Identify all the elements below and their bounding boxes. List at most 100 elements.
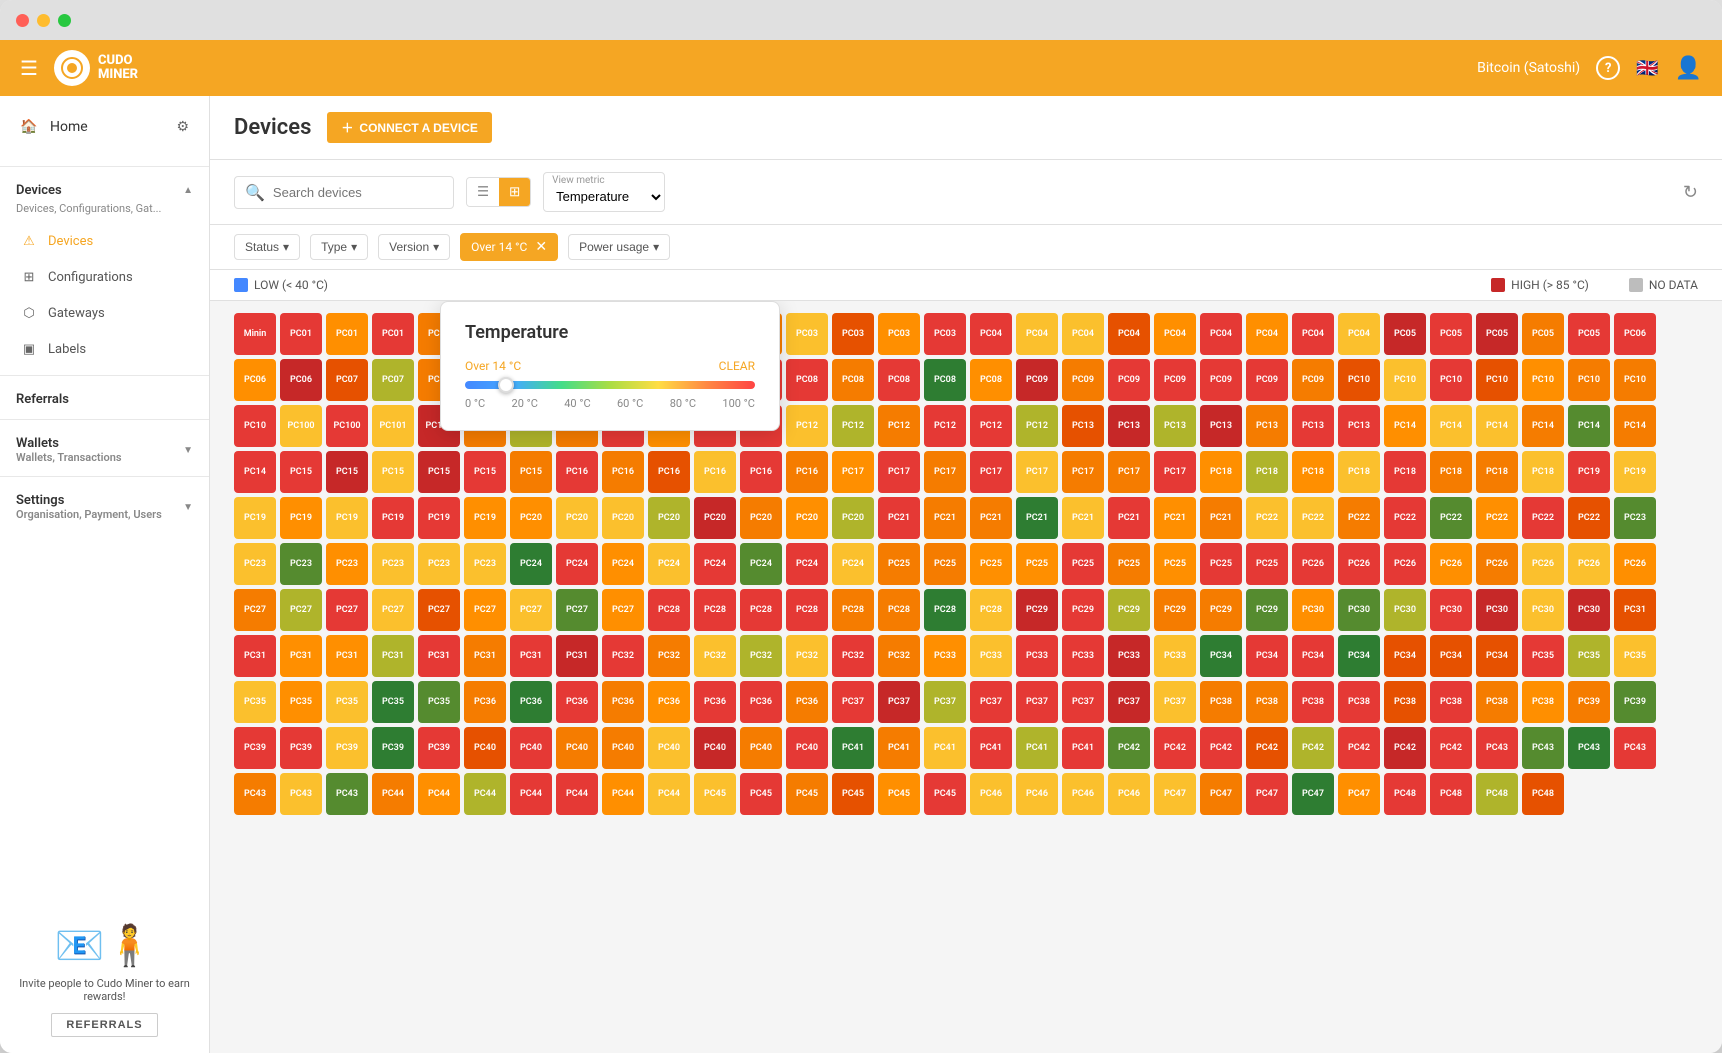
device-tile[interactable]: PC22 bbox=[1292, 497, 1334, 539]
device-tile[interactable]: PC36 bbox=[602, 681, 644, 723]
device-tile[interactable]: PC21 bbox=[878, 497, 920, 539]
device-tile[interactable]: PC04 bbox=[1154, 313, 1196, 355]
device-tile[interactable]: PC43 bbox=[1568, 727, 1610, 769]
device-tile[interactable]: PC04 bbox=[1108, 313, 1150, 355]
sidebar-item-gateways[interactable]: ⬡ Gateways bbox=[0, 295, 209, 331]
device-tile[interactable]: PC23 bbox=[464, 543, 506, 585]
device-tile[interactable]: PC24 bbox=[694, 543, 736, 585]
device-tile[interactable]: PC45 bbox=[740, 773, 782, 815]
device-tile[interactable]: PC10 bbox=[1430, 359, 1472, 401]
device-tile[interactable]: PC08 bbox=[970, 359, 1012, 401]
device-tile[interactable]: PC12 bbox=[970, 405, 1012, 447]
device-tile[interactable]: PC15 bbox=[464, 451, 506, 493]
device-tile[interactable]: PC14 bbox=[234, 451, 276, 493]
device-tile[interactable]: PC33 bbox=[1154, 635, 1196, 677]
device-tile[interactable]: PC26 bbox=[1522, 543, 1564, 585]
device-tile[interactable]: PC24 bbox=[556, 543, 598, 585]
device-tile[interactable]: PC36 bbox=[740, 681, 782, 723]
device-tile[interactable]: PC30 bbox=[1338, 589, 1380, 631]
device-tile[interactable]: PC29 bbox=[1016, 589, 1058, 631]
device-tile[interactable]: PC16 bbox=[556, 451, 598, 493]
device-tile[interactable]: PC48 bbox=[1430, 773, 1472, 815]
device-tile[interactable]: PC21 bbox=[924, 497, 966, 539]
device-tile[interactable]: PC18 bbox=[1246, 451, 1288, 493]
device-tile[interactable]: PC29 bbox=[1108, 589, 1150, 631]
device-tile[interactable]: PC06 bbox=[1614, 313, 1656, 355]
device-tile[interactable]: PC25 bbox=[1154, 543, 1196, 585]
device-tile[interactable]: PC45 bbox=[832, 773, 874, 815]
device-tile[interactable]: PC18 bbox=[1522, 451, 1564, 493]
device-tile[interactable]: PC10 bbox=[1522, 359, 1564, 401]
device-tile[interactable]: PC40 bbox=[464, 727, 506, 769]
device-tile[interactable]: PC18 bbox=[1200, 451, 1242, 493]
device-tile[interactable]: PC41 bbox=[832, 727, 874, 769]
device-tile[interactable]: PC17 bbox=[1062, 451, 1104, 493]
device-tile[interactable]: PC08 bbox=[878, 359, 920, 401]
device-tile[interactable]: PC21 bbox=[970, 497, 1012, 539]
device-tile[interactable]: PC05 bbox=[1430, 313, 1472, 355]
device-tile[interactable]: PC08 bbox=[832, 359, 874, 401]
device-tile[interactable]: PC48 bbox=[1522, 773, 1564, 815]
device-tile[interactable]: PC37 bbox=[924, 681, 966, 723]
device-tile[interactable]: PC03 bbox=[786, 313, 828, 355]
device-tile[interactable]: PC40 bbox=[602, 727, 644, 769]
device-tile[interactable]: PC12 bbox=[786, 405, 828, 447]
device-tile[interactable]: PC23 bbox=[1614, 497, 1656, 539]
device-tile[interactable]: PC30 bbox=[1292, 589, 1334, 631]
device-tile[interactable]: PC19 bbox=[280, 497, 322, 539]
device-tile[interactable]: PC40 bbox=[786, 727, 828, 769]
device-tile[interactable]: PC13 bbox=[1200, 405, 1242, 447]
device-tile[interactable]: PC36 bbox=[464, 681, 506, 723]
device-tile[interactable]: PC35 bbox=[372, 681, 414, 723]
minimize-dot[interactable] bbox=[37, 14, 50, 27]
device-tile[interactable]: PC06 bbox=[234, 359, 276, 401]
device-tile[interactable]: PC21 bbox=[1154, 497, 1196, 539]
device-tile[interactable]: PC10 bbox=[234, 405, 276, 447]
device-tile[interactable]: PC42 bbox=[1154, 727, 1196, 769]
device-tile[interactable]: PC23 bbox=[326, 543, 368, 585]
device-tile[interactable]: PC31 bbox=[464, 635, 506, 677]
temperature-slider-track[interactable] bbox=[465, 381, 755, 389]
device-tile[interactable]: PC28 bbox=[924, 589, 966, 631]
device-tile[interactable]: PC21 bbox=[1016, 497, 1058, 539]
device-tile[interactable]: PC44 bbox=[648, 773, 690, 815]
device-tile[interactable]: PC32 bbox=[602, 635, 644, 677]
list-view-button[interactable]: ☰ bbox=[467, 178, 499, 206]
device-tile[interactable]: PC35 bbox=[1568, 635, 1610, 677]
device-tile[interactable]: PC19 bbox=[372, 497, 414, 539]
device-tile[interactable]: PC25 bbox=[1246, 543, 1288, 585]
device-tile[interactable]: PC30 bbox=[1476, 589, 1518, 631]
device-tile[interactable]: PC14 bbox=[1614, 405, 1656, 447]
device-tile[interactable]: PC19 bbox=[418, 497, 460, 539]
device-tile[interactable]: PC08 bbox=[924, 359, 966, 401]
device-tile[interactable]: PC12 bbox=[924, 405, 966, 447]
device-tile[interactable]: PC30 bbox=[1430, 589, 1472, 631]
device-tile[interactable]: Minin bbox=[234, 313, 276, 355]
device-tile[interactable]: PC15 bbox=[372, 451, 414, 493]
device-tile[interactable]: PC24 bbox=[786, 543, 828, 585]
device-tile[interactable]: PC26 bbox=[1568, 543, 1610, 585]
device-tile[interactable]: PC33 bbox=[1016, 635, 1058, 677]
device-tile[interactable]: PC38 bbox=[1384, 681, 1426, 723]
device-tile[interactable]: PC45 bbox=[878, 773, 920, 815]
temperature-slider-thumb[interactable] bbox=[498, 377, 514, 393]
device-tile[interactable]: PC41 bbox=[970, 727, 1012, 769]
maximize-dot[interactable] bbox=[58, 14, 71, 27]
device-tile[interactable]: PC32 bbox=[648, 635, 690, 677]
device-tile[interactable]: PC43 bbox=[1522, 727, 1564, 769]
power-usage-filter[interactable]: Power usage ▾ bbox=[568, 234, 670, 260]
device-tile[interactable]: PC34 bbox=[1476, 635, 1518, 677]
device-tile[interactable]: PC29 bbox=[1154, 589, 1196, 631]
device-tile[interactable]: PC26 bbox=[1430, 543, 1472, 585]
device-tile[interactable]: PC48 bbox=[1384, 773, 1426, 815]
device-tile[interactable]: PC46 bbox=[1016, 773, 1058, 815]
device-tile[interactable]: PC35 bbox=[280, 681, 322, 723]
device-tile[interactable]: PC47 bbox=[1200, 773, 1242, 815]
wallets-group-header[interactable]: Wallets Wallets, Transactions ▼ bbox=[0, 428, 209, 468]
device-tile[interactable]: PC20 bbox=[510, 497, 552, 539]
device-tile[interactable]: PC01 bbox=[372, 313, 414, 355]
device-tile[interactable]: PC32 bbox=[878, 635, 920, 677]
device-tile[interactable]: PC39 bbox=[372, 727, 414, 769]
device-tile[interactable]: PC25 bbox=[924, 543, 966, 585]
device-tile[interactable]: PC45 bbox=[694, 773, 736, 815]
